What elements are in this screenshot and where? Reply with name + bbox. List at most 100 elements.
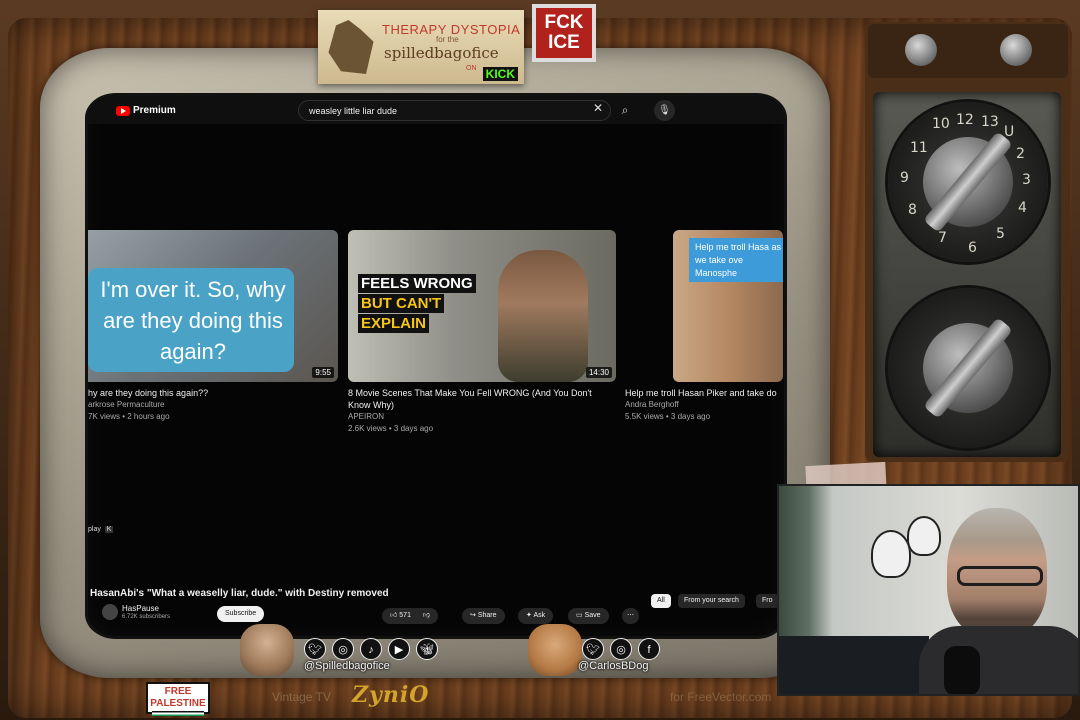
thumbs-up-icon: 👍︎ xyxy=(390,612,398,619)
sugar-skull-decoration xyxy=(871,530,911,578)
more-actions-button[interactable]: ⋯ xyxy=(622,608,639,624)
facebook-icon: f xyxy=(638,638,660,660)
video-title[interactable]: 8 Movie Scenes That Make You Fell WRONG … xyxy=(348,387,616,411)
ask-button[interactable]: ✦ Ask xyxy=(518,608,554,624)
video-meta: 2.6K views • 3 days ago xyxy=(348,424,434,433)
dial-number: 7 xyxy=(938,230,947,246)
dial-number: 9 xyxy=(900,170,909,186)
social-icons-left: 🐦︎ ◎ ♪ ▶ 🦋︎ xyxy=(304,638,438,660)
video-title[interactable]: Help me troll Hasan Piker and take do xyxy=(625,387,784,399)
streamer-avatar xyxy=(240,624,294,676)
watch-video-title: HasanAbi's "What a weaselly liar, dude."… xyxy=(90,588,389,599)
zynio-logo: ZyniO xyxy=(352,682,430,708)
video-thumbnail[interactable]: FEELS WRONG BUT CAN'T EXPLAIN 14:30 xyxy=(348,230,616,382)
sparkle-icon: ✦ xyxy=(526,612,532,619)
youtube-play-icon xyxy=(116,105,130,116)
video-title[interactable]: hy are they doing this again?? xyxy=(88,387,338,399)
video-meta: 7K views • 2 hours ago xyxy=(88,412,170,421)
dog-silhouette-icon xyxy=(328,20,374,74)
knob-small-right[interactable] xyxy=(1000,34,1032,66)
free-palestine-text: FREE PALESTINE xyxy=(150,686,206,709)
bluesky-icon: 🦋︎ xyxy=(416,638,438,660)
thumbnail-caption: Help me troll Hasa as we take ove Manosp… xyxy=(689,238,783,282)
sugar-skull-decoration xyxy=(907,516,941,556)
dial-number: 3 xyxy=(1022,172,1031,188)
channel-dial[interactable]: 10 12 13 U 2 3 4 5 6 7 8 9 11 xyxy=(888,102,1048,262)
save-button[interactable]: ▭ Save xyxy=(568,608,609,624)
video-thumbnail[interactable]: Help me troll Hasa as we take ove Manosp… xyxy=(673,230,783,382)
video-card[interactable]: FEELS WRONG BUT CAN'T EXPLAIN 14:30 8 Mo… xyxy=(348,230,616,435)
desk-equipment xyxy=(779,636,929,694)
autoplay-toggle[interactable]: play K xyxy=(88,526,114,533)
dial-number: 10 xyxy=(932,116,950,132)
channel-name[interactable]: APEIRON xyxy=(348,411,616,423)
dial-number: 8 xyxy=(908,202,917,218)
palestine-flag-icon xyxy=(152,711,204,716)
tv-screen: Premium weasley little liar dude ✕ ⌕ 🎙 I… xyxy=(88,96,784,636)
video-card[interactable]: Help me troll Hasa as we take ove Manosp… xyxy=(625,230,784,423)
knob-small-left[interactable] xyxy=(905,34,937,66)
sticker-handle: spilledbagofice xyxy=(384,44,499,62)
tv-top-knob-strip xyxy=(868,24,1068,78)
dial-number: 12 xyxy=(956,112,974,128)
fck-ice-text: FCK ICE xyxy=(536,8,592,58)
subscriber-count: 6.72K subscribers xyxy=(122,614,171,620)
share-button[interactable]: ↪ Share xyxy=(462,608,505,624)
therapy-dystopia-sticker: THERAPY DYSTOPIA for the spilledbagofice… xyxy=(318,10,524,84)
dial-number: 6 xyxy=(968,240,977,256)
fck-ice-sticker: FCK ICE xyxy=(532,4,596,62)
thumbnail-caption: BUT CAN'T xyxy=(358,294,445,313)
twitter-icon: 🐦︎ xyxy=(304,638,326,660)
vintage-tv-credit: Vintage TV xyxy=(272,690,331,704)
dog-avatar xyxy=(528,624,582,676)
dial-number: 4 xyxy=(1018,200,1027,216)
sticker-small: for the xyxy=(436,35,459,44)
youtube-icon: ▶ xyxy=(388,638,410,660)
chip-from-your-search[interactable]: From your search xyxy=(678,594,745,608)
thumbnail-caption: I'm over it. So, why are they doing this… xyxy=(100,277,286,364)
freevector-credit: for FreeVector.com xyxy=(670,690,772,704)
like-count: 571 xyxy=(399,612,411,619)
youtube-premium-label: Premium xyxy=(133,105,176,116)
social-handle-right: @CarlosBDog xyxy=(578,660,649,672)
autoplay-label: play xyxy=(88,526,101,533)
thumbnail-person xyxy=(498,250,588,382)
microphone xyxy=(944,646,980,694)
youtube-topbar: Premium weasley little liar dude ✕ ⌕ 🎙 xyxy=(88,96,784,124)
chip-from[interactable]: Fro xyxy=(756,594,779,608)
video-card[interactable]: I'm over it. So, why are they doing this… xyxy=(88,230,338,423)
share-icon: ↪ xyxy=(470,612,476,619)
thumbnail-caption: FEELS WRONG xyxy=(358,274,476,293)
search-input[interactable]: weasley little liar dude xyxy=(298,100,611,121)
ask-label: Ask xyxy=(533,612,546,619)
thumbs-down-icon[interactable]: 👎︎ xyxy=(423,612,430,619)
instagram-icon: ◎ xyxy=(332,638,354,660)
channel-name[interactable]: arkrose Permaculture xyxy=(88,399,338,411)
channel-name[interactable]: HasPause xyxy=(122,604,159,613)
chip-all[interactable]: All xyxy=(651,594,671,608)
twitter-icon: 🐦︎ xyxy=(582,638,604,660)
more-icon: ⋯ xyxy=(627,612,634,619)
social-handle-left: @Spilledbagofice xyxy=(304,660,390,672)
share-label: Share xyxy=(477,612,497,619)
like-button[interactable]: 👍︎ 571 👎︎ xyxy=(382,608,439,624)
channel-name[interactable]: Andra Berghoff xyxy=(625,399,784,411)
search-icon[interactable]: ⌕ xyxy=(613,100,637,121)
video-thumbnail[interactable]: I'm over it. So, why are they doing this… xyxy=(88,230,338,382)
social-icons-right: 🐦︎ ◎ f xyxy=(582,638,660,660)
youtube-logo[interactable]: Premium xyxy=(116,105,176,116)
duration-badge: 9:55 xyxy=(312,367,334,378)
dial-number: 11 xyxy=(910,140,928,156)
volume-dial[interactable] xyxy=(888,288,1048,448)
dial-number: 5 xyxy=(996,226,1005,242)
microphone-icon[interactable]: 🎙 xyxy=(654,100,675,121)
webcam-feed xyxy=(777,484,1080,696)
dial-number: 13 xyxy=(981,114,999,130)
subscribe-button[interactable]: Subscribe xyxy=(217,606,265,622)
channel-avatar[interactable] xyxy=(102,604,118,620)
kick-logo: KICK xyxy=(482,67,518,81)
clear-search-icon[interactable]: ✕ xyxy=(593,101,603,115)
bookmark-icon: ▭ xyxy=(576,612,583,619)
duration-badge: 14:30 xyxy=(585,367,612,378)
free-palestine-badge: FREE PALESTINE xyxy=(146,682,210,716)
